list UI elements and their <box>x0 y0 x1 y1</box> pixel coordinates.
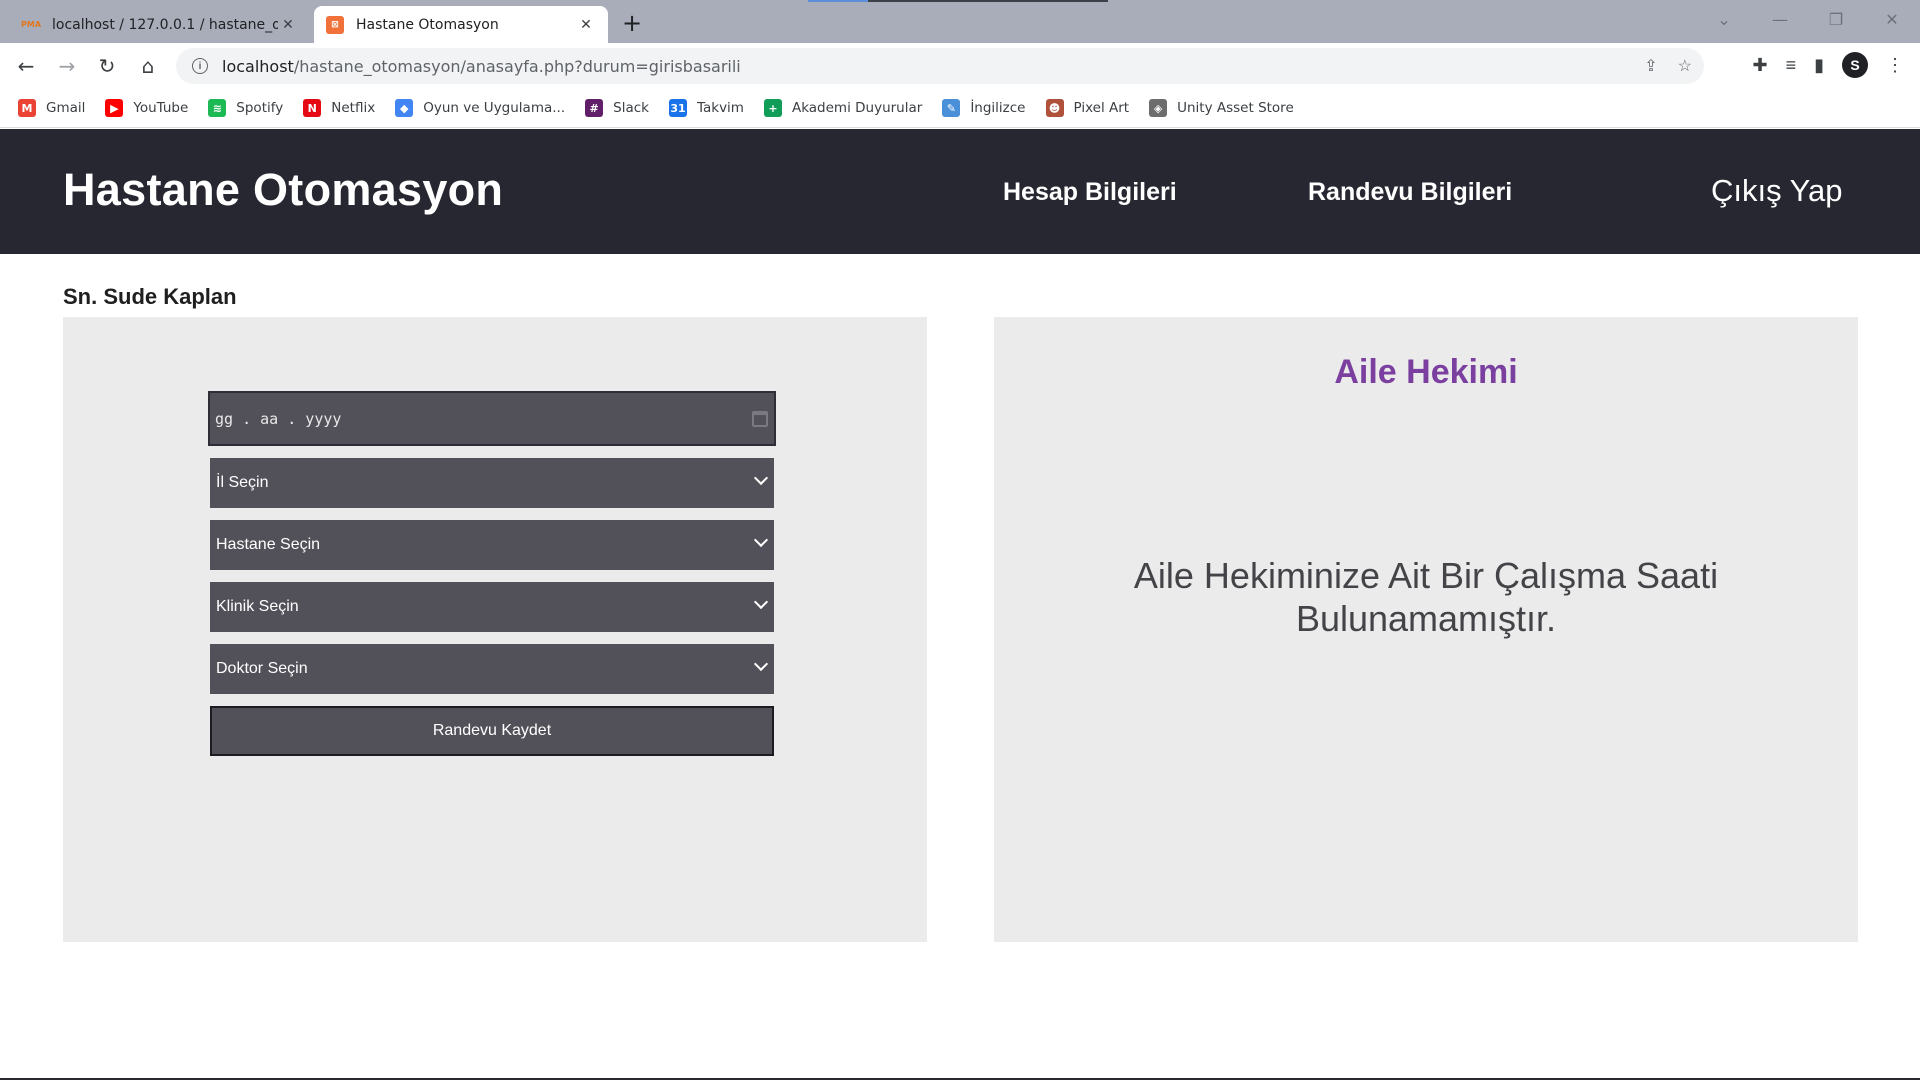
save-appointment-button[interactable]: Randevu Kaydet <box>210 706 774 756</box>
bookmark-label: Spotify <box>236 100 284 116</box>
chevron-down-icon <box>753 470 769 486</box>
doctor-select[interactable]: Doktor Seçin <box>210 644 774 694</box>
nav-link-appointments[interactable]: Randevu Bilgileri <box>1308 178 1512 207</box>
bookmark-label: Pixel Art <box>1073 100 1130 116</box>
bookmark-item[interactable]: # Slack <box>585 99 649 117</box>
bookmark-label: Akademi Duyurular <box>791 100 923 116</box>
close-icon[interactable]: ✕ <box>278 17 298 33</box>
clinic-select[interactable]: Klinik Seçin <box>210 582 774 632</box>
page-content: Hastane Otomasyon Hesap Bilgileri Randev… <box>0 129 1920 1080</box>
pen-icon: ✎ <box>942 99 961 117</box>
city-select[interactable]: İl Seçin <box>210 458 774 508</box>
reload-icon[interactable]: ↻ <box>93 52 121 80</box>
back-icon[interactable]: ← <box>12 52 40 80</box>
netflix-icon: N <box>303 99 322 117</box>
window-controls: ⌄ — ❐ ✕ <box>1696 0 1920 38</box>
chevron-down-icon <box>753 532 769 548</box>
appointment-form: gg . aa . yyyy İl Seçin Hastane Seçin Kl… <box>208 391 776 756</box>
bookmark-item[interactable]: M Gmail <box>18 99 85 117</box>
family-doctor-panel: Aile Hekimi Aile Hekiminize Ait Bir Çalı… <box>994 317 1858 942</box>
browser-tab-phpmyadmin[interactable]: PMA localhost / 127.0.0.1 / hastane_otom… <box>10 6 310 43</box>
address-bar[interactable]: i localhost/hastane_otomasyon/anasayfa.p… <box>176 48 1704 84</box>
gmail-icon: M <box>18 99 36 117</box>
bookmark-label: Slack <box>613 100 649 116</box>
chevron-down-icon <box>753 656 769 672</box>
clinic-select-label: Klinik Seçin <box>216 598 299 615</box>
home-icon[interactable]: ⌂ <box>134 52 162 80</box>
profile-avatar[interactable]: S <box>1842 52 1868 78</box>
city-select-label: İl Seçin <box>216 474 269 491</box>
bookmark-item[interactable]: ▶ YouTube <box>105 99 188 117</box>
youtube-icon: ▶ <box>105 99 124 117</box>
calendar-icon[interactable] <box>752 410 768 427</box>
side-panel-icon[interactable]: ▮ <box>1814 55 1824 76</box>
close-icon[interactable]: ✕ <box>576 17 596 33</box>
bookmark-label: Unity Asset Store <box>1177 100 1294 116</box>
bookmark-label: İngilizce <box>970 100 1026 116</box>
chevron-down-icon <box>753 594 769 610</box>
bookmark-item[interactable]: N Netflix <box>303 99 375 117</box>
slack-icon: # <box>585 99 604 117</box>
site-brand[interactable]: Hastane Otomasyon <box>63 164 503 216</box>
tab-search-icon[interactable]: ⌄ <box>1696 10 1752 29</box>
close-window-icon[interactable]: ✕ <box>1864 10 1920 29</box>
tab-title: localhost / 127.0.0.1 / hastane_otomasyo… <box>52 16 278 33</box>
nav-link-account[interactable]: Hesap Bilgileri <box>1003 178 1177 207</box>
url-text[interactable]: localhost/hastane_otomasyon/anasayfa.php… <box>222 57 741 76</box>
bookmark-label: Oyun ve Uygulama... <box>423 100 566 116</box>
new-tab-button[interactable]: + <box>622 9 642 37</box>
site-info-icon[interactable]: i <box>192 58 208 74</box>
bookmark-item[interactable]: + Akademi Duyurular <box>763 99 923 117</box>
unity-icon: ◈ <box>1149 99 1168 117</box>
appointment-form-panel: gg . aa . yyyy İl Seçin Hastane Seçin Kl… <box>63 317 927 942</box>
xampp-icon: ⊠ <box>326 15 344 34</box>
phpmyadmin-icon: PMA <box>21 20 42 29</box>
sheets-icon: + <box>763 99 782 117</box>
restore-icon[interactable]: ❐ <box>1808 10 1864 29</box>
browser-toolbar: ← → ↻ ⌂ i localhost/hastane_otomasyon/an… <box>0 43 1920 89</box>
bookmark-item[interactable]: 31 Takvim <box>668 99 744 117</box>
family-doctor-title: Aile Hekimi <box>1334 353 1518 391</box>
date-placeholder: gg . aa . yyyy <box>215 409 342 428</box>
browser-tab-hastane[interactable]: ⊠ Hastane Otomasyon ✕ <box>314 6 608 43</box>
bookmarks-bar: M Gmail ▶ YouTube ≋ Spotify N Netflix ◆ Oyun ve U… <box>0 89 1920 128</box>
spotify-icon: ≋ <box>208 99 227 117</box>
user-greeting: Sn. Sude Kaplan <box>63 284 237 309</box>
bookmark-star-icon[interactable]: ☆ <box>1678 56 1692 76</box>
menu-kebab-icon[interactable]: ⋮ <box>1886 55 1904 76</box>
nav-link-logout[interactable]: Çıkış Yap <box>1711 173 1843 209</box>
extension-icons: ✚ ≡ ▮ S ⋮ <box>1752 52 1904 78</box>
pixel-art-icon: ☻ <box>1045 99 1064 117</box>
site-header: Hastane Otomasyon Hesap Bilgileri Randev… <box>0 129 1920 254</box>
date-input[interactable]: gg . aa . yyyy <box>208 391 776 446</box>
bookmark-label: Netflix <box>331 100 376 116</box>
bookmark-item[interactable]: ✎ İngilizce <box>942 99 1026 117</box>
extensions-puzzle-icon[interactable]: ✚ <box>1752 55 1767 76</box>
calendar-icon: 31 <box>668 99 687 117</box>
bookmark-label: Gmail <box>46 100 86 116</box>
share-icon[interactable]: ⇪ <box>1644 56 1657 76</box>
tab-title: Hastane Otomasyon <box>356 16 499 33</box>
bookmark-item[interactable]: ◈ Unity Asset Store <box>1149 99 1294 117</box>
forward-icon[interactable]: → <box>53 52 81 80</box>
bookmark-label: Takvim <box>696 100 744 116</box>
bookmark-item[interactable]: ≋ Spotify <box>208 99 283 117</box>
loading-indicator <box>808 0 1108 2</box>
bookmark-item[interactable]: ☻ Pixel Art <box>1045 99 1130 117</box>
hospital-select[interactable]: Hastane Seçin <box>210 520 774 570</box>
browser-tab-strip: PMA localhost / 127.0.0.1 / hastane_otom… <box>0 0 1920 43</box>
media-queue-icon[interactable]: ≡ <box>1786 55 1797 76</box>
hospital-select-label: Hastane Seçin <box>216 536 321 553</box>
play-games-icon: ◆ <box>395 99 414 117</box>
minimize-icon[interactable]: — <box>1752 10 1808 29</box>
bookmark-label: YouTube <box>133 100 189 116</box>
family-doctor-message: Aile Hekiminize Ait Bir Çalışma Saati Bu… <box>1133 555 1719 639</box>
doctor-select-label: Doktor Seçin <box>216 660 308 677</box>
bookmark-item[interactable]: ◆ Oyun ve Uygulama... <box>395 99 565 117</box>
